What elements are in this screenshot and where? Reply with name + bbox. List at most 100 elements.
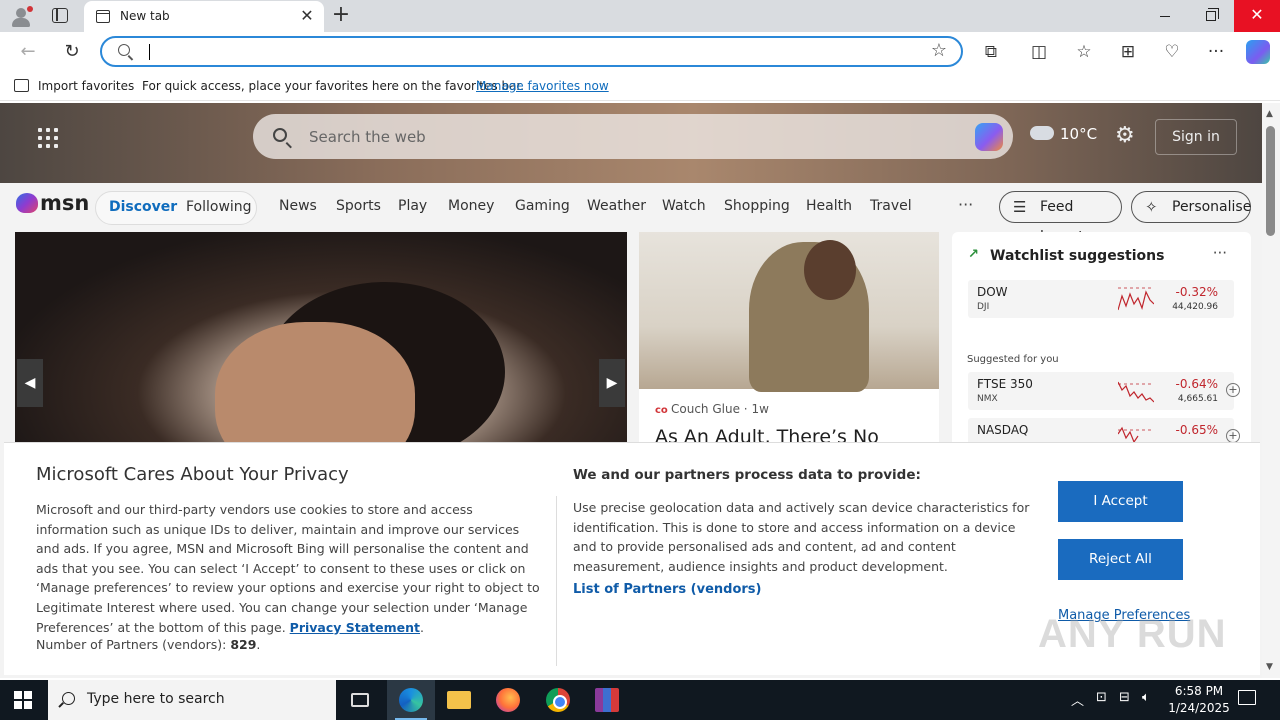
nav-more-icon[interactable]: ··· xyxy=(958,195,973,214)
title-bar: New tab ✕ + ✕ xyxy=(0,0,1280,32)
msn-logo[interactable]: msn xyxy=(16,191,89,215)
personalise-button[interactable]: ✧ Personalise xyxy=(1131,191,1251,223)
stock-value: 44,420.96 xyxy=(1172,302,1218,312)
taskbar-chrome[interactable] xyxy=(534,680,582,720)
notifications-icon[interactable] xyxy=(1238,690,1256,705)
tab-discover[interactable]: Discover xyxy=(109,199,177,215)
feed-layout-button[interactable]: ☰Feed layout xyxy=(999,191,1122,245)
reject-all-button[interactable]: Reject All xyxy=(1058,539,1183,580)
restore-button[interactable] xyxy=(1188,0,1234,32)
divider xyxy=(556,496,557,666)
tab-following[interactable]: Following xyxy=(186,199,252,215)
nav-item-weather[interactable]: Weather xyxy=(587,198,646,214)
nav-item-gaming[interactable]: Gaming xyxy=(515,198,570,214)
stock-symbol: DOW xyxy=(977,285,1008,299)
manage-favorites-link[interactable]: Manage favorites now xyxy=(476,79,609,93)
page-scrollbar[interactable]: ▲ ▼ xyxy=(1262,103,1280,678)
taskbar-winrar[interactable] xyxy=(583,680,631,720)
network-icon[interactable]: ⊟ xyxy=(1119,690,1130,705)
sparkline-chart xyxy=(1118,287,1154,311)
close-window-button[interactable]: ✕ xyxy=(1234,0,1280,32)
nav-item-news[interactable]: News xyxy=(279,198,317,214)
sign-in-button[interactable]: Sign in xyxy=(1155,119,1237,155)
purposes-title: We and our partners process data to prov… xyxy=(573,467,921,483)
tab-new-tab[interactable]: New tab ✕ xyxy=(84,1,324,32)
minimize-button[interactable] xyxy=(1142,0,1188,32)
purposes-body: Use precise geolocation data and activel… xyxy=(573,500,1030,574)
stock-change: -0.65% xyxy=(1175,423,1218,437)
nav-item-watch[interactable]: Watch xyxy=(662,198,706,214)
news-card[interactable]: co Couch Glue · 1w As An Adult, There’s N… xyxy=(639,232,939,462)
copilot-icon[interactable] xyxy=(1246,40,1270,64)
stock-exchange: NMX xyxy=(977,394,998,404)
source-age: 1w xyxy=(751,402,769,416)
import-favorites-button[interactable]: Import favorites xyxy=(38,79,134,93)
refresh-button[interactable]: ↻ xyxy=(60,40,84,64)
favorite-star-icon[interactable]: ☆ xyxy=(931,40,947,61)
vendors-link[interactable]: List of Partners (vendors) xyxy=(573,582,761,597)
nav-item-play[interactable]: Play xyxy=(398,198,427,214)
search-icon xyxy=(118,44,130,56)
clock-time: 6:58 PM xyxy=(1174,684,1224,698)
source-separator: · xyxy=(743,402,748,416)
windows-start-icon[interactable] xyxy=(14,691,32,709)
nav-item-sports[interactable]: Sports xyxy=(336,198,381,214)
nav-item-health[interactable]: Health xyxy=(806,198,852,214)
stock-row[interactable]: FTSE 350 NMX -0.64% 4,665.61 + xyxy=(968,372,1240,410)
back-button[interactable]: ← xyxy=(16,40,40,64)
extensions-icon[interactable]: ⧉ xyxy=(979,40,1003,64)
stock-change: -0.64% xyxy=(1175,377,1218,391)
volume-icon[interactable]: 🔈︎ xyxy=(1142,690,1150,705)
new-tab-button[interactable]: + xyxy=(331,4,351,26)
device-icon[interactable]: ⊡ xyxy=(1096,690,1107,705)
address-bar[interactable]: ☆ xyxy=(100,36,963,67)
stock-row[interactable]: DOW DJI -0.32% 44,420.96 xyxy=(968,280,1234,318)
carousel-next-button[interactable]: ▶ xyxy=(599,359,625,407)
taskbar-search[interactable]: Type here to search xyxy=(48,680,336,720)
gear-icon[interactable]: ⚙ xyxy=(1115,123,1135,148)
weather-temp: 10°C xyxy=(1060,125,1098,143)
favorites-icon[interactable]: ☆ xyxy=(1072,40,1096,64)
weather-widget[interactable]: 10°C xyxy=(1030,125,1097,143)
partners-label: Number of Partners (vendors): xyxy=(36,637,227,652)
more-options-icon[interactable]: ··· xyxy=(1213,244,1227,262)
taskbar-search-placeholder: Type here to search xyxy=(87,691,225,707)
add-to-watchlist-icon[interactable]: + xyxy=(1226,429,1240,443)
copilot-icon[interactable] xyxy=(975,123,1003,151)
task-view-button[interactable] xyxy=(336,680,384,720)
scroll-thumb[interactable] xyxy=(1266,126,1275,236)
hero-image-subject xyxy=(215,322,415,462)
hero-carousel[interactable]: ◀ ▶ xyxy=(15,232,627,462)
watchlist-title[interactable]: Watchlist suggestions xyxy=(990,248,1164,264)
collections-icon[interactable]: ⊞ xyxy=(1116,40,1140,64)
taskbar-firefox[interactable] xyxy=(484,680,532,720)
sparkline-chart xyxy=(1118,381,1154,403)
scroll-up-icon[interactable]: ▲ xyxy=(1266,109,1273,119)
scroll-down-icon[interactable]: ▼ xyxy=(1266,662,1273,672)
privacy-statement-link[interactable]: Privacy Statement xyxy=(290,620,420,635)
settings-more-icon[interactable]: ··· xyxy=(1204,40,1228,64)
clock[interactable]: 6:58 PM 1/24/2025 xyxy=(1166,683,1232,717)
privacy-title: Microsoft Cares About Your Privacy xyxy=(36,464,349,485)
tab-title: New tab xyxy=(120,9,170,23)
taskbar-edge[interactable] xyxy=(387,680,435,720)
suggested-label: Suggested for you xyxy=(967,354,1059,365)
edge-icon xyxy=(399,688,423,712)
browser-essentials-icon[interactable]: ♡ xyxy=(1160,40,1184,64)
nav-item-shopping[interactable]: Shopping xyxy=(724,198,790,214)
apps-grid-icon[interactable] xyxy=(38,128,58,148)
news-card-image-head xyxy=(804,240,856,300)
add-to-watchlist-icon[interactable]: + xyxy=(1226,383,1240,397)
privacy-body-text: Microsoft and our third-party vendors us… xyxy=(36,502,540,635)
nav-item-money[interactable]: Money xyxy=(448,198,494,214)
nav-item-travel[interactable]: Travel xyxy=(870,198,912,214)
profile-icon[interactable] xyxy=(10,6,33,28)
accept-button[interactable]: I Accept xyxy=(1058,481,1183,522)
taskbar-file-explorer[interactable] xyxy=(435,680,483,720)
web-search-box[interactable]: Search the web xyxy=(253,114,1013,159)
tray-chevron-icon[interactable]: ︿ xyxy=(1071,690,1084,709)
close-tab-icon[interactable]: ✕ xyxy=(298,7,316,25)
carousel-prev-button[interactable]: ◀ xyxy=(17,359,43,407)
tab-actions-icon[interactable] xyxy=(52,8,68,23)
split-screen-icon[interactable]: ◫ xyxy=(1027,40,1051,64)
